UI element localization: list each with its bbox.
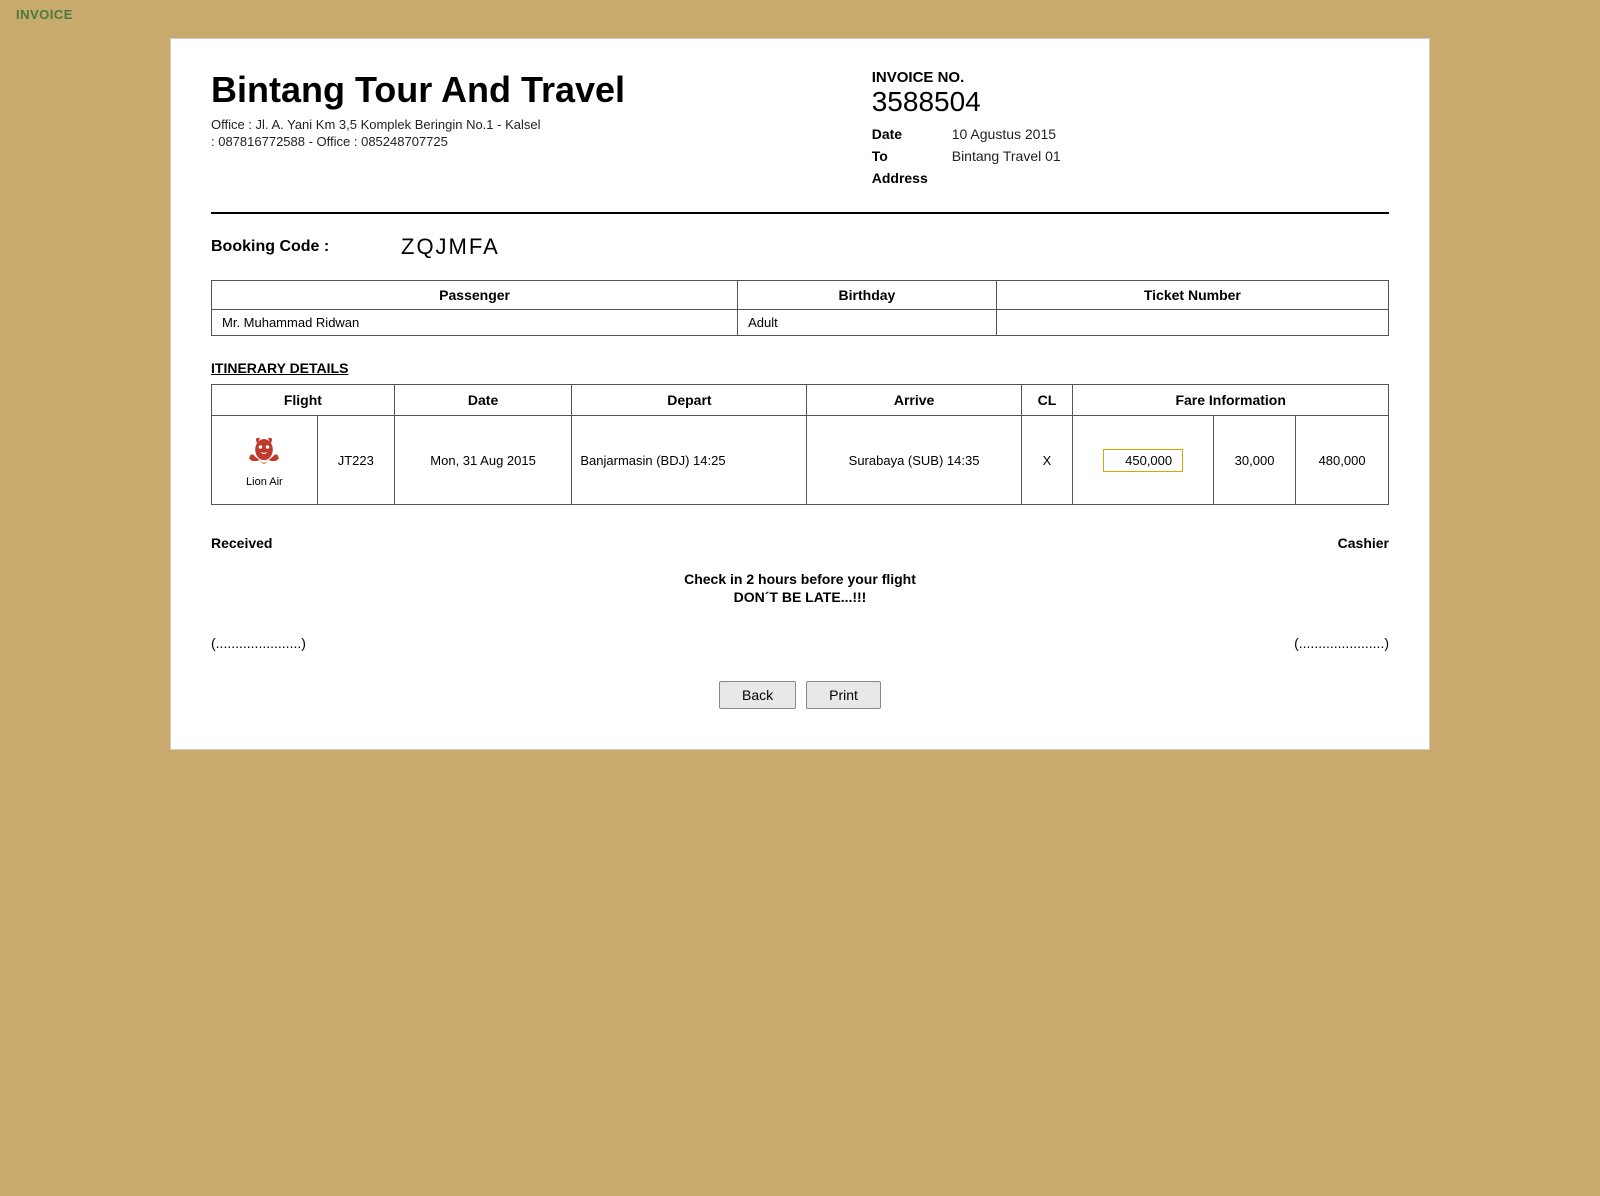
passenger-birthday: Adult	[738, 310, 997, 336]
fare-3: 480,000	[1296, 416, 1389, 505]
signature-labels: Received Cashier	[211, 535, 1389, 551]
received-label: Received	[211, 535, 272, 551]
invoice-meta: INVOICE NO. 3588504 Date 10 Agustus 2015…	[832, 69, 1389, 192]
company-info: Bintang Tour And Travel Office : Jl. A. …	[211, 69, 832, 151]
to-row: To Bintang Travel 01	[872, 148, 1389, 164]
notice-line2: DON´T BE LATE...!!!	[211, 589, 1389, 605]
signature-row: (......................) (..............…	[211, 635, 1389, 651]
company-address-line2: : 087816772588 - Office : 085248707725	[211, 134, 832, 149]
flight-arrive: Surabaya (SUB) 14:35	[807, 416, 1021, 505]
flight-depart: Banjarmasin (BDJ) 14:25	[572, 416, 807, 505]
ticket-col-header: Ticket Number	[996, 281, 1388, 310]
itinerary-header-row: Flight Date Depart Arrive CL Fare Inform…	[212, 385, 1389, 416]
itinerary-title: ITINERARY DETAILS	[211, 360, 1389, 376]
invoice-no-label: INVOICE NO.	[872, 69, 1389, 86]
passenger-col-header: Passenger	[212, 281, 738, 310]
fare-2: 30,000	[1213, 416, 1295, 505]
passenger-table: Passenger Birthday Ticket Number Mr. Muh…	[211, 280, 1389, 336]
fare-1: 450,000	[1073, 416, 1214, 505]
booking-code-row: Booking Code : ZQJMFA	[211, 234, 1389, 260]
itinerary-row: Lion Air JT223 Mon, 31 Aug 2015 Banjarma…	[212, 416, 1389, 505]
birthday-col-header: Birthday	[738, 281, 997, 310]
address-label: Address	[872, 170, 952, 186]
flight-date: Mon, 31 Aug 2015	[394, 416, 572, 505]
passenger-table-header-row: Passenger Birthday Ticket Number	[212, 281, 1389, 310]
date-label: Date	[872, 126, 952, 142]
flight-number: JT223	[317, 416, 394, 505]
print-button[interactable]: Print	[806, 681, 881, 709]
date-value: 10 Agustus 2015	[952, 126, 1056, 142]
invoice-page: Bintang Tour And Travel Office : Jl. A. …	[170, 38, 1430, 750]
airline-brand: Lion Air	[220, 424, 309, 496]
notice-line1: Check in 2 hours before your flight	[211, 571, 1389, 587]
invoice-topbar-label: INVOICE	[16, 7, 73, 22]
depart-col-header: Depart	[572, 385, 807, 416]
passenger-row: Mr. Muhammad Ridwan Adult	[212, 310, 1389, 336]
booking-code-label: Booking Code :	[211, 238, 371, 256]
flight-col-header: Flight	[212, 385, 395, 416]
back-button[interactable]: Back	[719, 681, 796, 709]
date-col-header: Date	[394, 385, 572, 416]
to-value: Bintang Travel 01	[952, 148, 1061, 164]
itinerary-table: Flight Date Depart Arrive CL Fare Inform…	[211, 384, 1389, 505]
booking-code-value: ZQJMFA	[401, 234, 500, 260]
passenger-name: Mr. Muhammad Ridwan	[212, 310, 738, 336]
signature-left: (......................)	[211, 635, 306, 651]
fare-highlighted: 450,000	[1103, 449, 1183, 472]
company-name: Bintang Tour And Travel	[211, 69, 832, 111]
arrive-col-header: Arrive	[807, 385, 1021, 416]
signature-right: (......................)	[1294, 635, 1389, 651]
passenger-ticket	[996, 310, 1388, 336]
flight-cl: X	[1021, 416, 1073, 505]
cashier-label: Cashier	[1338, 535, 1389, 551]
lion-air-icon	[242, 432, 286, 476]
header-section: Bintang Tour And Travel Office : Jl. A. …	[211, 69, 1389, 192]
fare-col-header: Fare Information	[1073, 385, 1389, 416]
top-bar: INVOICE	[0, 0, 1600, 28]
button-row: Back Print	[211, 681, 1389, 709]
cl-col-header: CL	[1021, 385, 1073, 416]
address-row: Address	[872, 170, 1389, 186]
company-address-line1: Office : Jl. A. Yani Km 3,5 Komplek Beri…	[211, 117, 832, 132]
header-divider	[211, 212, 1389, 214]
to-label: To	[872, 148, 952, 164]
airline-name: Lion Air	[246, 476, 283, 488]
airline-logo-cell: Lion Air	[212, 416, 318, 505]
notice-section: Check in 2 hours before your flight DON´…	[211, 571, 1389, 605]
invoice-no-value: 3588504	[872, 86, 1389, 118]
date-row: Date 10 Agustus 2015	[872, 126, 1389, 142]
